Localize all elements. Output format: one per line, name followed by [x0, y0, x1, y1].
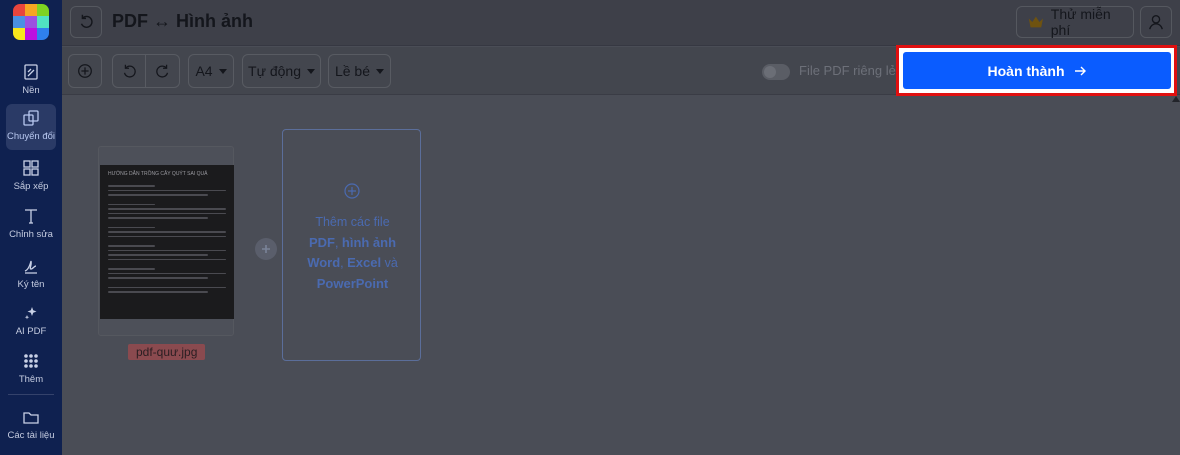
sidebar-item-sign[interactable]: Ký tên	[0, 252, 62, 298]
logo-tile	[25, 16, 37, 28]
margin-value: Lề bé	[334, 63, 371, 79]
logo-tile	[37, 4, 49, 16]
sidebar-item-ai-pdf[interactable]: AI PDF	[0, 299, 62, 345]
app-logo[interactable]	[13, 4, 49, 40]
sidebar-item-label: Chuyển đổi	[6, 131, 56, 142]
logo-tile	[13, 16, 25, 28]
margin-select[interactable]: Lề bé	[328, 54, 391, 88]
chevron-down-icon	[376, 68, 385, 74]
sidebar-item-label: Sắp xếp	[13, 181, 49, 192]
sidebar-item-convert[interactable]: Chuyển đổi	[6, 104, 56, 150]
add-file-button[interactable]	[68, 54, 102, 88]
header-bar: PDF ↔ Hình ảnh Thử miễn phí	[62, 0, 1180, 46]
text-edit-icon	[21, 206, 41, 226]
file-card[interactable]: HƯỚNG DẪN TRỒNG CÂY QUÝT SAI QUẢ	[98, 146, 234, 336]
sidebar-item-label: AI PDF	[15, 326, 47, 337]
add-files-type-word: Word	[307, 255, 341, 270]
insert-file-button[interactable]	[255, 238, 277, 260]
sidebar-divider	[8, 394, 54, 395]
logo-tile	[13, 28, 25, 40]
page-title: PDF ↔ Hình ảnh	[112, 11, 253, 31]
add-files-connector: và	[384, 256, 398, 270]
logo-tile	[37, 16, 49, 28]
plus-icon	[262, 245, 270, 253]
page-size-value: A4	[195, 63, 213, 79]
arrow-right-icon	[1074, 66, 1086, 75]
file-name-label: pdf-quư.jpg	[128, 344, 206, 360]
sidebar-item-label: Chỉnh sửa	[9, 229, 53, 240]
plus-circle-icon	[343, 182, 361, 200]
orientation-select[interactable]: Tự động	[242, 54, 321, 88]
sidebar-item-label: Ký tên	[17, 279, 45, 290]
sidebar-item-edit[interactable]: Chỉnh sửa	[0, 202, 62, 248]
sidebar-item-arrange[interactable]: Sắp xếp	[0, 154, 62, 200]
logo-tile	[25, 28, 37, 40]
scroll-up-arrow[interactable]	[1172, 96, 1180, 102]
main-area: PDF ↔ Hình ảnh Thử miễn phí A4 Tự động L…	[62, 0, 1180, 455]
sparkle-icon	[21, 303, 41, 323]
sidebar-item-more[interactable]: Thêm	[0, 347, 62, 393]
sidebar-item-label: Nền	[22, 85, 40, 96]
add-files-type-pdf: PDF	[308, 234, 335, 250]
separate-pdf-label: File PDF riêng lẻ	[799, 63, 896, 78]
page-size-select[interactable]: A4	[188, 54, 234, 88]
free-trial-button[interactable]: Thử miễn phí	[1016, 6, 1134, 38]
add-files-type-powerpoint: PowerPoint	[316, 275, 389, 291]
logo-tile	[13, 4, 25, 16]
rotate-back-icon	[80, 14, 93, 28]
sidebar: Nền Chuyển đổi Sắp xếp Chỉnh sửa Ký tên …	[0, 0, 62, 455]
rotate-right-icon	[155, 64, 168, 78]
convert-icon	[21, 108, 41, 128]
add-files-dropzone[interactable]: Thêm các file PDF, hình ảnh Word, Excel …	[282, 129, 421, 361]
user-icon	[1149, 15, 1163, 30]
rotate-left-icon	[123, 64, 136, 78]
separate-pdf-toggle[interactable]	[762, 64, 790, 80]
rotate-left-button[interactable]	[112, 54, 146, 88]
logo-tile	[25, 4, 37, 16]
free-trial-label: Thử miễn phí	[1050, 6, 1111, 38]
account-button[interactable]	[1140, 6, 1172, 38]
orientation-value: Tự động	[248, 63, 301, 79]
file-thumbnail: HƯỚNG DẪN TRỒNG CÂY QUÝT SAI QUẢ	[100, 165, 234, 319]
plus-circle-icon	[78, 64, 92, 78]
more-grid-icon	[21, 351, 41, 371]
add-files-type-excel: Excel	[347, 255, 382, 270]
chevron-down-icon	[306, 68, 315, 74]
sidebar-item-documents[interactable]: Các tài liệu	[0, 403, 62, 449]
done-label: Hoàn thành	[987, 62, 1065, 79]
add-files-prefix: Thêm các file	[315, 215, 390, 229]
sidebar-item-label: Các tài liệu	[7, 430, 55, 441]
rotate-right-button[interactable]	[146, 54, 180, 88]
add-files-text: Thêm các file PDF, hình ảnh Word, Excel …	[307, 215, 398, 291]
sidebar-item-background[interactable]: Nền	[0, 58, 62, 104]
background-icon	[21, 62, 41, 82]
signature-icon	[21, 256, 41, 276]
reset-button[interactable]	[70, 6, 102, 38]
folder-icon	[21, 407, 41, 427]
grid-arrange-icon	[21, 158, 41, 178]
add-files-type-image: hình ảnh	[341, 234, 397, 250]
crown-icon	[1028, 16, 1043, 28]
sidebar-item-label: Thêm	[18, 374, 44, 385]
logo-tile	[37, 28, 49, 40]
chevron-down-icon	[218, 68, 227, 74]
done-button[interactable]: Hoàn thành	[903, 52, 1171, 89]
